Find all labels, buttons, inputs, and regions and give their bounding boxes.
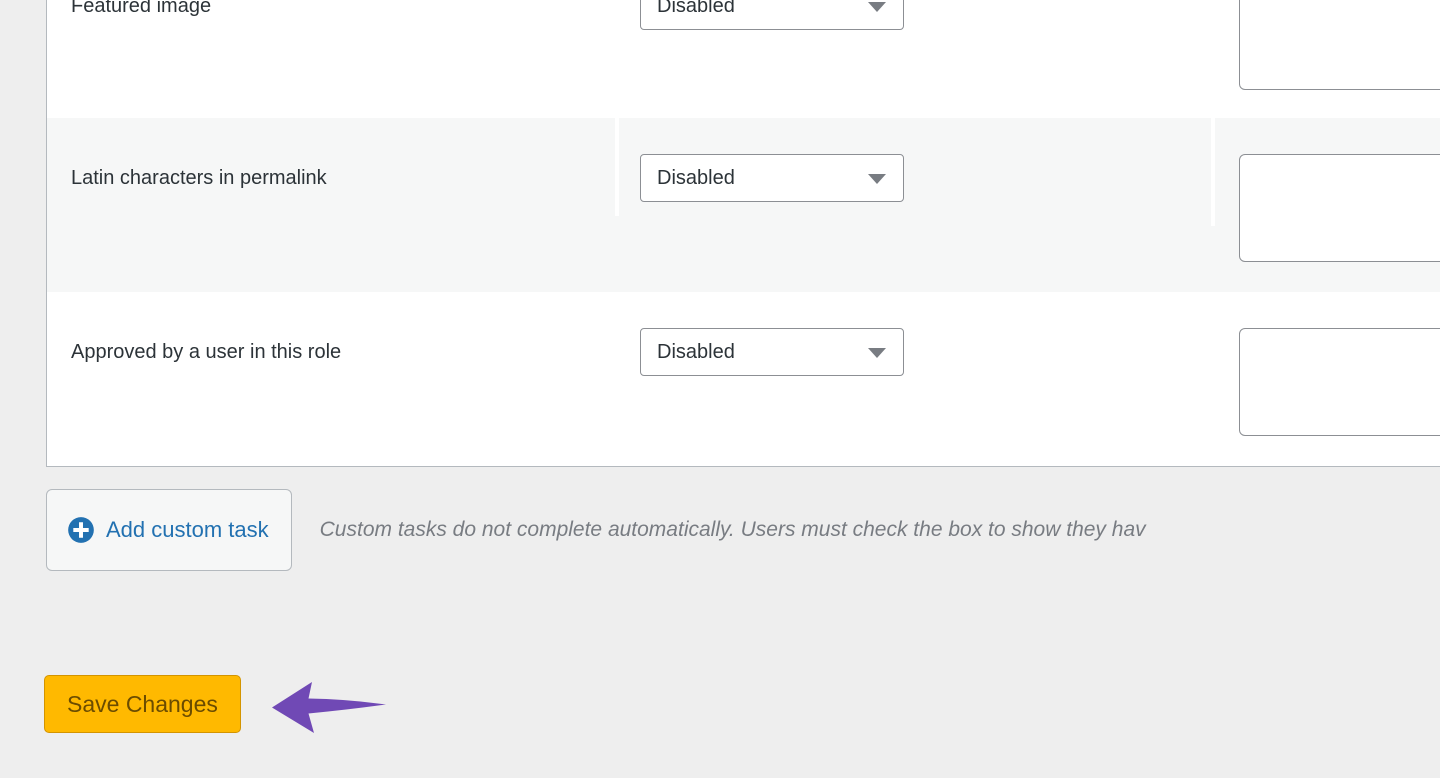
featured-image-select[interactable]: Disabled bbox=[640, 0, 904, 30]
table-row: Latin characters in permalink Disabled bbox=[47, 118, 1440, 292]
setting-label-cell: Latin characters in permalink bbox=[47, 118, 619, 216]
approved-by-role-note-input[interactable] bbox=[1239, 328, 1440, 436]
setting-label: Featured image bbox=[71, 0, 212, 17]
add-custom-task-label: Add custom task bbox=[106, 517, 269, 542]
latin-characters-select[interactable]: Disabled bbox=[640, 154, 904, 202]
chevron-down-icon bbox=[868, 174, 886, 184]
approved-by-role-select[interactable]: Disabled bbox=[640, 328, 904, 376]
table-row: Featured image Disabled bbox=[47, 0, 1440, 118]
add-custom-task-button[interactable]: Add custom task bbox=[46, 489, 292, 571]
save-changes-button[interactable]: Save Changes bbox=[44, 675, 241, 733]
select-value: Disabled bbox=[657, 0, 735, 17]
featured-image-note-input[interactable] bbox=[1239, 0, 1440, 90]
select-value: Disabled bbox=[657, 340, 735, 363]
annotation-arrow-left-icon bbox=[272, 682, 386, 733]
setting-label-cell: Featured image bbox=[47, 0, 619, 44]
setting-note-cell bbox=[1215, 292, 1440, 460]
setting-label: Latin characters in permalink bbox=[71, 167, 327, 189]
actions-row: Add custom task Custom tasks do not comp… bbox=[46, 489, 1146, 571]
setting-control-cell: Disabled bbox=[619, 0, 1215, 54]
table-row: Approved by a user in this role Disabled bbox=[47, 292, 1440, 466]
latin-characters-note-input[interactable] bbox=[1239, 154, 1440, 262]
chevron-down-icon bbox=[868, 2, 886, 12]
plus-circle-icon bbox=[68, 517, 94, 543]
save-changes-label: Save Changes bbox=[67, 690, 218, 717]
setting-control-cell: Disabled bbox=[619, 292, 1215, 400]
setting-control-cell: Disabled bbox=[619, 118, 1215, 226]
select-value: Disabled bbox=[657, 166, 735, 189]
setting-label-cell: Approved by a user in this role bbox=[47, 292, 619, 390]
settings-table: Featured image Disabled Latin characters… bbox=[46, 0, 1440, 467]
setting-note-cell bbox=[1215, 118, 1440, 286]
custom-task-helper-text: Custom tasks do not complete automatical… bbox=[319, 518, 1146, 542]
chevron-down-icon bbox=[868, 348, 886, 358]
setting-note-cell bbox=[1215, 0, 1440, 114]
setting-label: Approved by a user in this role bbox=[71, 341, 342, 363]
